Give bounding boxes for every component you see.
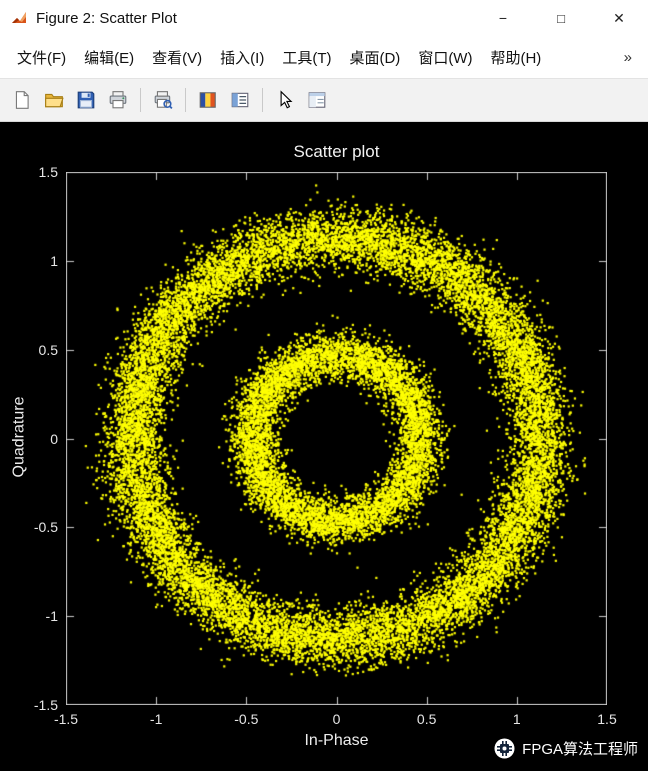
menu-items: 文件(F) 编辑(E) 查看(V) 插入(I) 工具(T) 桌面(D) 窗口(W) 帮助(H)	[8, 47, 550, 68]
titlebar[interactable]: Figure 2: Scatter Plot − □ ✕	[0, 0, 648, 36]
window-title: Figure 2: Scatter Plot	[36, 9, 177, 27]
pointer-tool-icon	[280, 90, 293, 109]
y-tick-label: 0.5	[38, 341, 58, 358]
open-file-button[interactable]	[39, 85, 69, 115]
menubar: 文件(F) 编辑(E) 查看(V) 插入(I) 工具(T) 桌面(D) 窗口(W) 帮助(H)…	[0, 36, 648, 78]
property-inspector-icon	[308, 92, 326, 108]
y-tick-label: 0	[50, 430, 58, 447]
open-file-icon	[45, 93, 64, 108]
x-tick-label: -0.5	[234, 711, 259, 727]
menu-overflow-icon[interactable]: »	[624, 49, 640, 66]
pointer-tool-button[interactable]	[270, 85, 300, 115]
menu-item-view[interactable]: 查看(V)	[143, 47, 211, 68]
toolbar-separator	[140, 88, 141, 112]
figure-window: Figure 2: Scatter Plot − □ ✕ 文件(F) 编辑(E) 查…	[0, 0, 648, 771]
menu-item-edit[interactable]: 编辑(E)	[75, 47, 143, 68]
print-figure-icon	[109, 91, 127, 109]
toolbar	[0, 78, 648, 122]
y-tick-label: 1	[50, 252, 58, 269]
close-button[interactable]: ✕	[590, 0, 648, 36]
new-figure-button[interactable]	[7, 85, 37, 115]
insert-legend-icon	[231, 92, 249, 108]
watermark-text: FPGA算法工程师	[522, 741, 638, 758]
insert-legend-button[interactable]	[225, 85, 255, 115]
figure-area: Scatter plot In-Phase Quadrature FPGA算法工…	[0, 122, 648, 771]
save-figure-icon	[77, 91, 95, 109]
watermark-logo-icon	[494, 738, 515, 759]
x-tick-label: -1	[149, 711, 163, 727]
chart-title: Scatter plot	[293, 142, 380, 161]
minimize-button[interactable]: −	[474, 0, 532, 36]
new-figure-icon	[15, 91, 29, 109]
scatter-canvas	[66, 172, 607, 705]
y-tick-label: -1.5	[33, 697, 58, 713]
menu-item-desktop[interactable]: 桌面(D)	[340, 47, 409, 68]
x-tick-label: 1.5	[597, 711, 617, 727]
menu-item-insert[interactable]: 插入(I)	[211, 47, 273, 68]
y-tick-label: -0.5	[33, 519, 58, 536]
plot-area	[66, 172, 607, 705]
window-controls: − □ ✕	[474, 0, 648, 36]
save-figure-button[interactable]	[71, 85, 101, 115]
x-tick-label: 0.5	[416, 711, 437, 727]
property-inspector-button[interactable]	[302, 85, 332, 115]
maximize-button[interactable]: □	[532, 0, 590, 36]
y-tick-label: -1	[45, 608, 58, 625]
toolbar-separator	[262, 88, 263, 112]
print-figure-button[interactable]	[103, 85, 133, 115]
colormap-editor-icon	[199, 92, 216, 108]
print-preview-button[interactable]	[148, 85, 178, 115]
toolbar-separator	[185, 88, 186, 112]
watermark: FPGA算法工程师	[494, 738, 638, 759]
menu-item-window[interactable]: 窗口(W)	[409, 47, 481, 68]
y-tick-label: 1.5	[38, 164, 58, 180]
print-preview-icon	[154, 91, 173, 109]
matlab-figure-icon	[10, 9, 28, 27]
x-tick-label: 0	[332, 711, 341, 727]
colormap-editor-button[interactable]	[193, 85, 223, 115]
x-tick-label: 1	[512, 711, 521, 727]
menu-item-help[interactable]: 帮助(H)	[481, 47, 550, 68]
x-tick-label: -1.5	[53, 711, 79, 727]
menu-item-file[interactable]: 文件(F)	[8, 47, 75, 68]
menu-item-tools[interactable]: 工具(T)	[273, 47, 340, 68]
